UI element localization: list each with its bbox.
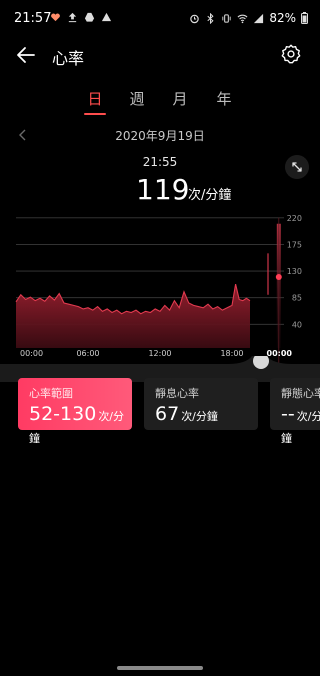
date-navigator: 2020年9月19日: [0, 124, 320, 146]
stats-cards: 心率範圍 52-130 次/分鐘 靜息心率 67 次/分鐘 靜態心率 -- 次/分鐘: [0, 378, 320, 445]
card-heart-rate-range[interactable]: 心率範圍 52-130 次/分鐘: [18, 378, 132, 445]
google-drive-icon: [101, 12, 112, 22]
current-date: 2020年9月19日: [115, 129, 205, 143]
y-tick-label: 85: [292, 294, 302, 303]
app-header: 心率: [0, 38, 320, 74]
heart-rate-chart[interactable]: 220175130854000:00 06:00 12:00 18:00 00:00: [0, 200, 320, 370]
bluetooth-icon: [207, 12, 214, 24]
back-arrow-icon[interactable]: [14, 43, 38, 67]
y-tick-label: 175: [287, 240, 302, 249]
period-tabs: 日 週 月 年: [0, 88, 320, 116]
expand-icon[interactable]: [285, 155, 309, 179]
vibrate-icon: [222, 13, 231, 23]
notification-icons: [50, 12, 112, 23]
card-value: 52-130 次/分鐘: [29, 403, 125, 445]
page-title: 心率: [52, 49, 85, 68]
tab-day[interactable]: 日: [80, 88, 110, 109]
status-time: 21:57: [14, 11, 52, 26]
system-icons: 82%: [189, 11, 308, 25]
card-label: 靜態心率: [281, 387, 320, 400]
y-tick-label: 130: [287, 267, 302, 276]
tab-week[interactable]: 週: [122, 88, 152, 109]
tab-month[interactable]: 月: [165, 88, 195, 109]
card-label: 心率範圍: [29, 387, 73, 400]
y-tick-label: 40: [292, 320, 302, 329]
card-value: -- 次/分鐘: [281, 403, 320, 445]
tab-year[interactable]: 年: [209, 88, 239, 109]
gear-icon[interactable]: [280, 43, 302, 65]
home-indicator[interactable]: [117, 666, 203, 670]
heart-app-icon: [51, 13, 60, 22]
card-static-heart-rate[interactable]: 靜態心率 -- 次/分鐘: [270, 378, 320, 445]
signal-icon: [254, 13, 264, 23]
current-point: [275, 274, 282, 280]
heart-rate-area: [16, 284, 250, 348]
battery-icon: [301, 12, 308, 24]
status-bar: 21:57 82%: [0, 0, 320, 34]
selected-time: 21:55: [142, 155, 178, 169]
upload-icon: [68, 12, 77, 23]
card-value: 67 次/分鐘: [155, 403, 218, 425]
active-tab-indicator: [84, 113, 106, 115]
battery-percent: 82%: [269, 11, 296, 25]
wifi-icon: [237, 14, 248, 23]
alarm-icon: [190, 14, 200, 23]
y-tick-label: 220: [287, 214, 302, 223]
card-label: 靜息心率: [155, 387, 199, 400]
drive-icon: [84, 12, 95, 22]
card-resting-heart-rate[interactable]: 靜息心率 67 次/分鐘: [144, 378, 258, 430]
